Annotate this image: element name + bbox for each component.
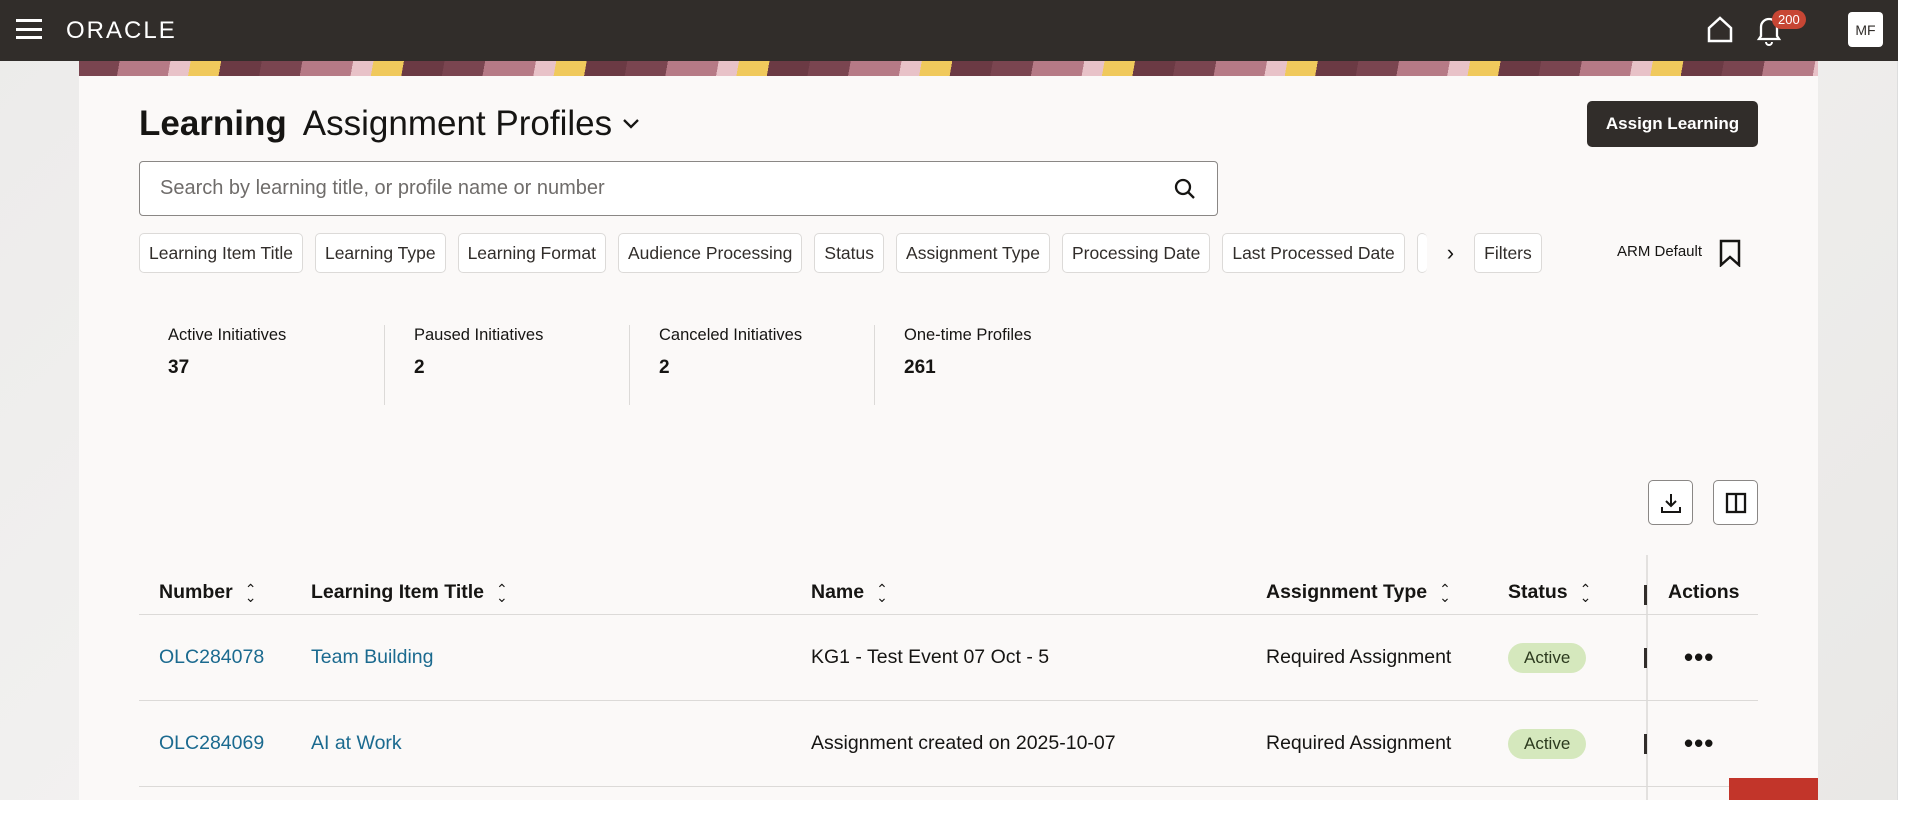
assign-learning-button[interactable]: Assign Learning [1587, 101, 1758, 147]
assignment-type-cell: Required Assignment [1266, 732, 1452, 754]
stat-canceled[interactable]: Canceled Initiatives 2 [629, 325, 874, 405]
stat-active[interactable]: Active Initiatives 37 [139, 325, 384, 405]
name-cell: KG1 - Test Event 07 Oct - 5 [811, 646, 1050, 668]
stat-paused[interactable]: Paused Initiatives 2 [384, 325, 629, 405]
oracle-logo[interactable]: ORACLE [66, 17, 177, 45]
column-header-title[interactable]: Learning Item Title ⌃ ⌄ [311, 563, 508, 622]
filter-chip-overflow [1416, 233, 1427, 273]
status-badge: Active [1508, 728, 1587, 759]
home-icon[interactable] [1705, 14, 1735, 44]
chevron-down-icon [623, 119, 639, 129]
filter-chips: Learning Item Title Learning Type Learni… [139, 233, 1542, 273]
filter-chip[interactable]: Learning Type [314, 233, 446, 273]
column-header-status[interactable]: Status ⌃ ⌄ [1508, 563, 1591, 622]
truncated-cell [1644, 734, 1647, 754]
filter-chip[interactable]: Learning Item Title [139, 233, 303, 273]
download-icon [1660, 493, 1681, 513]
page-title: Learning Assignment Profiles [139, 104, 640, 144]
filter-chip[interactable]: Status [814, 233, 885, 273]
feedback-tab[interactable] [1729, 778, 1818, 800]
assignment-type-cell: Required Assignment [1266, 646, 1452, 668]
menu-icon[interactable] [16, 19, 42, 39]
actions-menu-button[interactable]: ••• [1684, 615, 1714, 700]
top-bar: ORACLE 200 MF [0, 0, 1898, 61]
profile-number-link[interactable]: OLC284078 [159, 646, 264, 669]
title-bold: Learning [139, 104, 287, 143]
sort-icon[interactable]: ⌃ ⌄ [1439, 582, 1451, 604]
filter-chip[interactable]: Audience Processing [617, 233, 803, 273]
column-header-assignment-type[interactable]: Assignment Type ⌃ ⌄ [1266, 563, 1451, 622]
saved-search-label[interactable]: ARM Default [1617, 243, 1702, 260]
filter-chip[interactable]: Last Processed Date [1222, 233, 1405, 273]
summary-stats: Active Initiatives 37 Paused Initiatives 2… [139, 325, 1119, 405]
download-button[interactable] [1648, 480, 1693, 525]
page-selector[interactable]: Assignment Profiles [303, 104, 640, 144]
filter-chip[interactable]: Processing Date [1061, 233, 1211, 273]
column-header-number[interactable]: Number ⌃ ⌄ [159, 563, 256, 622]
chevron-right-icon[interactable]: › [1439, 240, 1462, 266]
sort-icon[interactable]: ⌃ ⌄ [876, 582, 888, 604]
search-input[interactable]: Search by learning title, or profile nam… [139, 161, 1218, 216]
stat-one-time[interactable]: One-time Profiles 261 [874, 325, 1119, 405]
profiles-table: Number ⌃ ⌄ Learning Item Title ⌃ ⌄ Name ⌃ ⌄ As… [139, 555, 1758, 800]
bookmark-icon[interactable] [1718, 239, 1742, 267]
status-badge: Active [1508, 642, 1587, 673]
filter-chip[interactable]: Assignment Type [896, 233, 1050, 273]
sort-icon[interactable]: ⌃ ⌄ [1580, 582, 1592, 604]
avatar[interactable]: MF [1848, 12, 1883, 47]
learning-title-link[interactable]: AI at Work [311, 732, 402, 755]
columns-button[interactable] [1713, 480, 1758, 525]
table-row: OLC284078 Team Building KG1 - Test Event… [139, 615, 1758, 701]
filters-button[interactable]: Filters [1474, 233, 1542, 273]
column-header-name[interactable]: Name ⌃ ⌄ [811, 563, 888, 622]
table-header: Number ⌃ ⌄ Learning Item Title ⌃ ⌄ Name ⌃ ⌄ As… [139, 555, 1758, 615]
sort-icon[interactable]: ⌃ ⌄ [496, 582, 508, 604]
name-cell: Assignment created on 2025-10-07 [811, 732, 1116, 754]
profile-number-link[interactable]: OLC284069 [159, 732, 264, 755]
table-row: OLC284069 AI at Work Assignment created … [139, 701, 1758, 787]
sort-icon[interactable]: ⌃ ⌄ [245, 582, 257, 604]
truncated-column [1644, 585, 1647, 605]
notification-badge: 200 [1772, 10, 1806, 29]
decorative-banner [79, 61, 1818, 76]
actions-menu-button[interactable]: ••• [1684, 701, 1714, 786]
columns-icon [1725, 492, 1746, 513]
learning-title-link[interactable]: Team Building [311, 646, 433, 669]
search-icon[interactable] [1173, 177, 1197, 201]
column-header-actions: Actions [1668, 581, 1740, 603]
filter-chip[interactable]: Learning Format [457, 233, 606, 273]
truncated-cell [1644, 648, 1647, 668]
